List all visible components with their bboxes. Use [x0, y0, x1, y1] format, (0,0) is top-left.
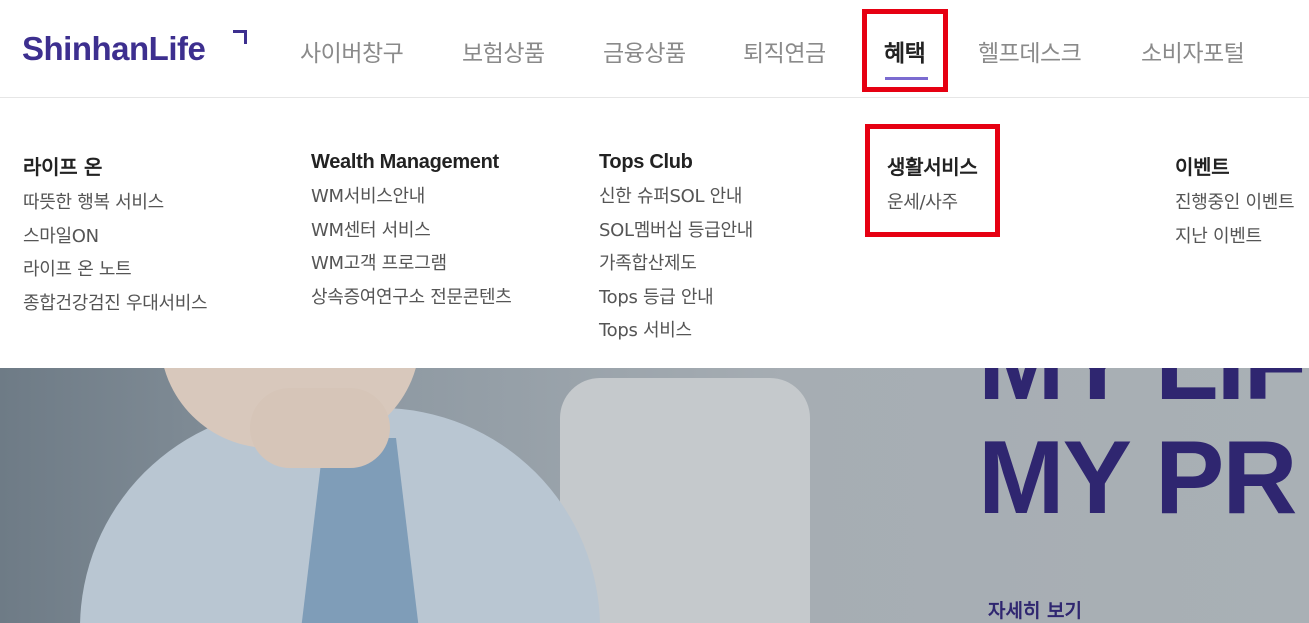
- nav-benefits[interactable]: 혜택: [884, 34, 926, 68]
- column-links: 따뜻한 행복 서비스 스마일ON 라이프 온 노트 종합건강검진 우대서비스: [23, 192, 208, 327]
- column-title[interactable]: Wealth Management: [311, 151, 512, 174]
- menu-column-tops-club: Tops Club 신한 슈퍼SOL 안내 SOL멤버십 등급안내 가족합산제도…: [599, 151, 753, 354]
- nav-consumer-portal[interactable]: 소비자포털: [1141, 34, 1245, 68]
- column-links: 신한 슈퍼SOL 안내 SOL멤버십 등급안내 가족합산제도 Tops 등급 안…: [599, 186, 753, 354]
- column-links: 운세/사주: [887, 192, 978, 226]
- menu-link[interactable]: 신한 슈퍼SOL 안내: [599, 186, 753, 220]
- column-links: WM서비스안내 WM센터 서비스 WM고객 프로그램 상속증여연구소 전문콘텐츠: [311, 186, 512, 320]
- nav-financial-products[interactable]: 금융상품: [603, 34, 686, 68]
- nav-cyber-window[interactable]: 사이버창구: [300, 34, 404, 68]
- menu-link[interactable]: 진행중인 이벤트: [1175, 192, 1295, 226]
- menu-column-life-on: 라이프 온 따뜻한 행복 서비스 스마일ON 라이프 온 노트 종합건강검진 우…: [23, 151, 208, 327]
- menu-link[interactable]: WM서비스안내: [311, 186, 512, 220]
- menu-link[interactable]: SOL멤버십 등급안내: [599, 220, 753, 254]
- nav-help-desk[interactable]: 헬프데스크: [978, 34, 1082, 68]
- menu-link[interactable]: Tops 서비스: [599, 320, 753, 354]
- menu-link[interactable]: 종합건강검진 우대서비스: [23, 293, 208, 327]
- column-title[interactable]: Tops Club: [599, 151, 753, 174]
- menu-link[interactable]: 지난 이벤트: [1175, 226, 1294, 260]
- hero-chair-shape: [560, 378, 810, 623]
- menu-column-wealth-management: Wealth Management WM서비스안내 WM센터 서비스 WM고객 …: [311, 151, 512, 320]
- benefits-mega-menu: 라이프 온 따뜻한 행복 서비스 스마일ON 라이프 온 노트 종합건강검진 우…: [0, 99, 1309, 368]
- nav-retirement-pension[interactable]: 퇴직연금: [743, 34, 826, 68]
- menu-link[interactable]: WM센터 서비스: [311, 220, 512, 254]
- hero-person-hand-shape: [250, 388, 390, 468]
- logo-corner-mark-icon: [233, 30, 247, 44]
- logo-text: ShinhanLife: [22, 30, 206, 67]
- hero-headline-line2: MY PR: [978, 420, 1297, 536]
- hero-headline-line1: MY LIFE: [978, 368, 1309, 416]
- nav-insurance-products[interactable]: 보험상품: [462, 34, 545, 68]
- menu-link[interactable]: 라이프 온 노트: [23, 259, 207, 293]
- shinhanlife-logo[interactable]: ShinhanLife: [22, 30, 247, 70]
- menu-link[interactable]: Tops 등급 안내: [599, 287, 753, 321]
- column-title[interactable]: 이벤트: [1175, 151, 1294, 180]
- menu-link[interactable]: 따뜻한 행복 서비스: [23, 192, 207, 226]
- menu-link[interactable]: 스마일ON: [23, 226, 207, 260]
- menu-column-living-services: 생활서비스 운세/사주: [887, 151, 978, 226]
- column-title[interactable]: 라이프 온: [23, 151, 207, 180]
- hero-more-link[interactable]: 자세히 보기: [988, 596, 1082, 623]
- menu-link[interactable]: WM고객 프로그램: [311, 253, 512, 287]
- site-header: ShinhanLife 사이버창구 보험상품 금융상품 퇴직연금 혜택 헬프데스…: [0, 0, 1309, 98]
- active-nav-underline: [885, 77, 928, 80]
- column-title[interactable]: 생활서비스: [887, 151, 978, 180]
- menu-link-fortune[interactable]: 운세/사주: [887, 192, 978, 226]
- column-links: 진행중인 이벤트 지난 이벤트: [1175, 192, 1295, 260]
- menu-link[interactable]: 상속증여연구소 전문콘텐츠: [311, 287, 512, 321]
- menu-column-events: 이벤트 진행중인 이벤트 지난 이벤트: [1175, 151, 1295, 260]
- hero-banner: MY LIFE MY PR 자세히 보기: [0, 368, 1309, 623]
- menu-link[interactable]: 가족합산제도: [599, 253, 753, 287]
